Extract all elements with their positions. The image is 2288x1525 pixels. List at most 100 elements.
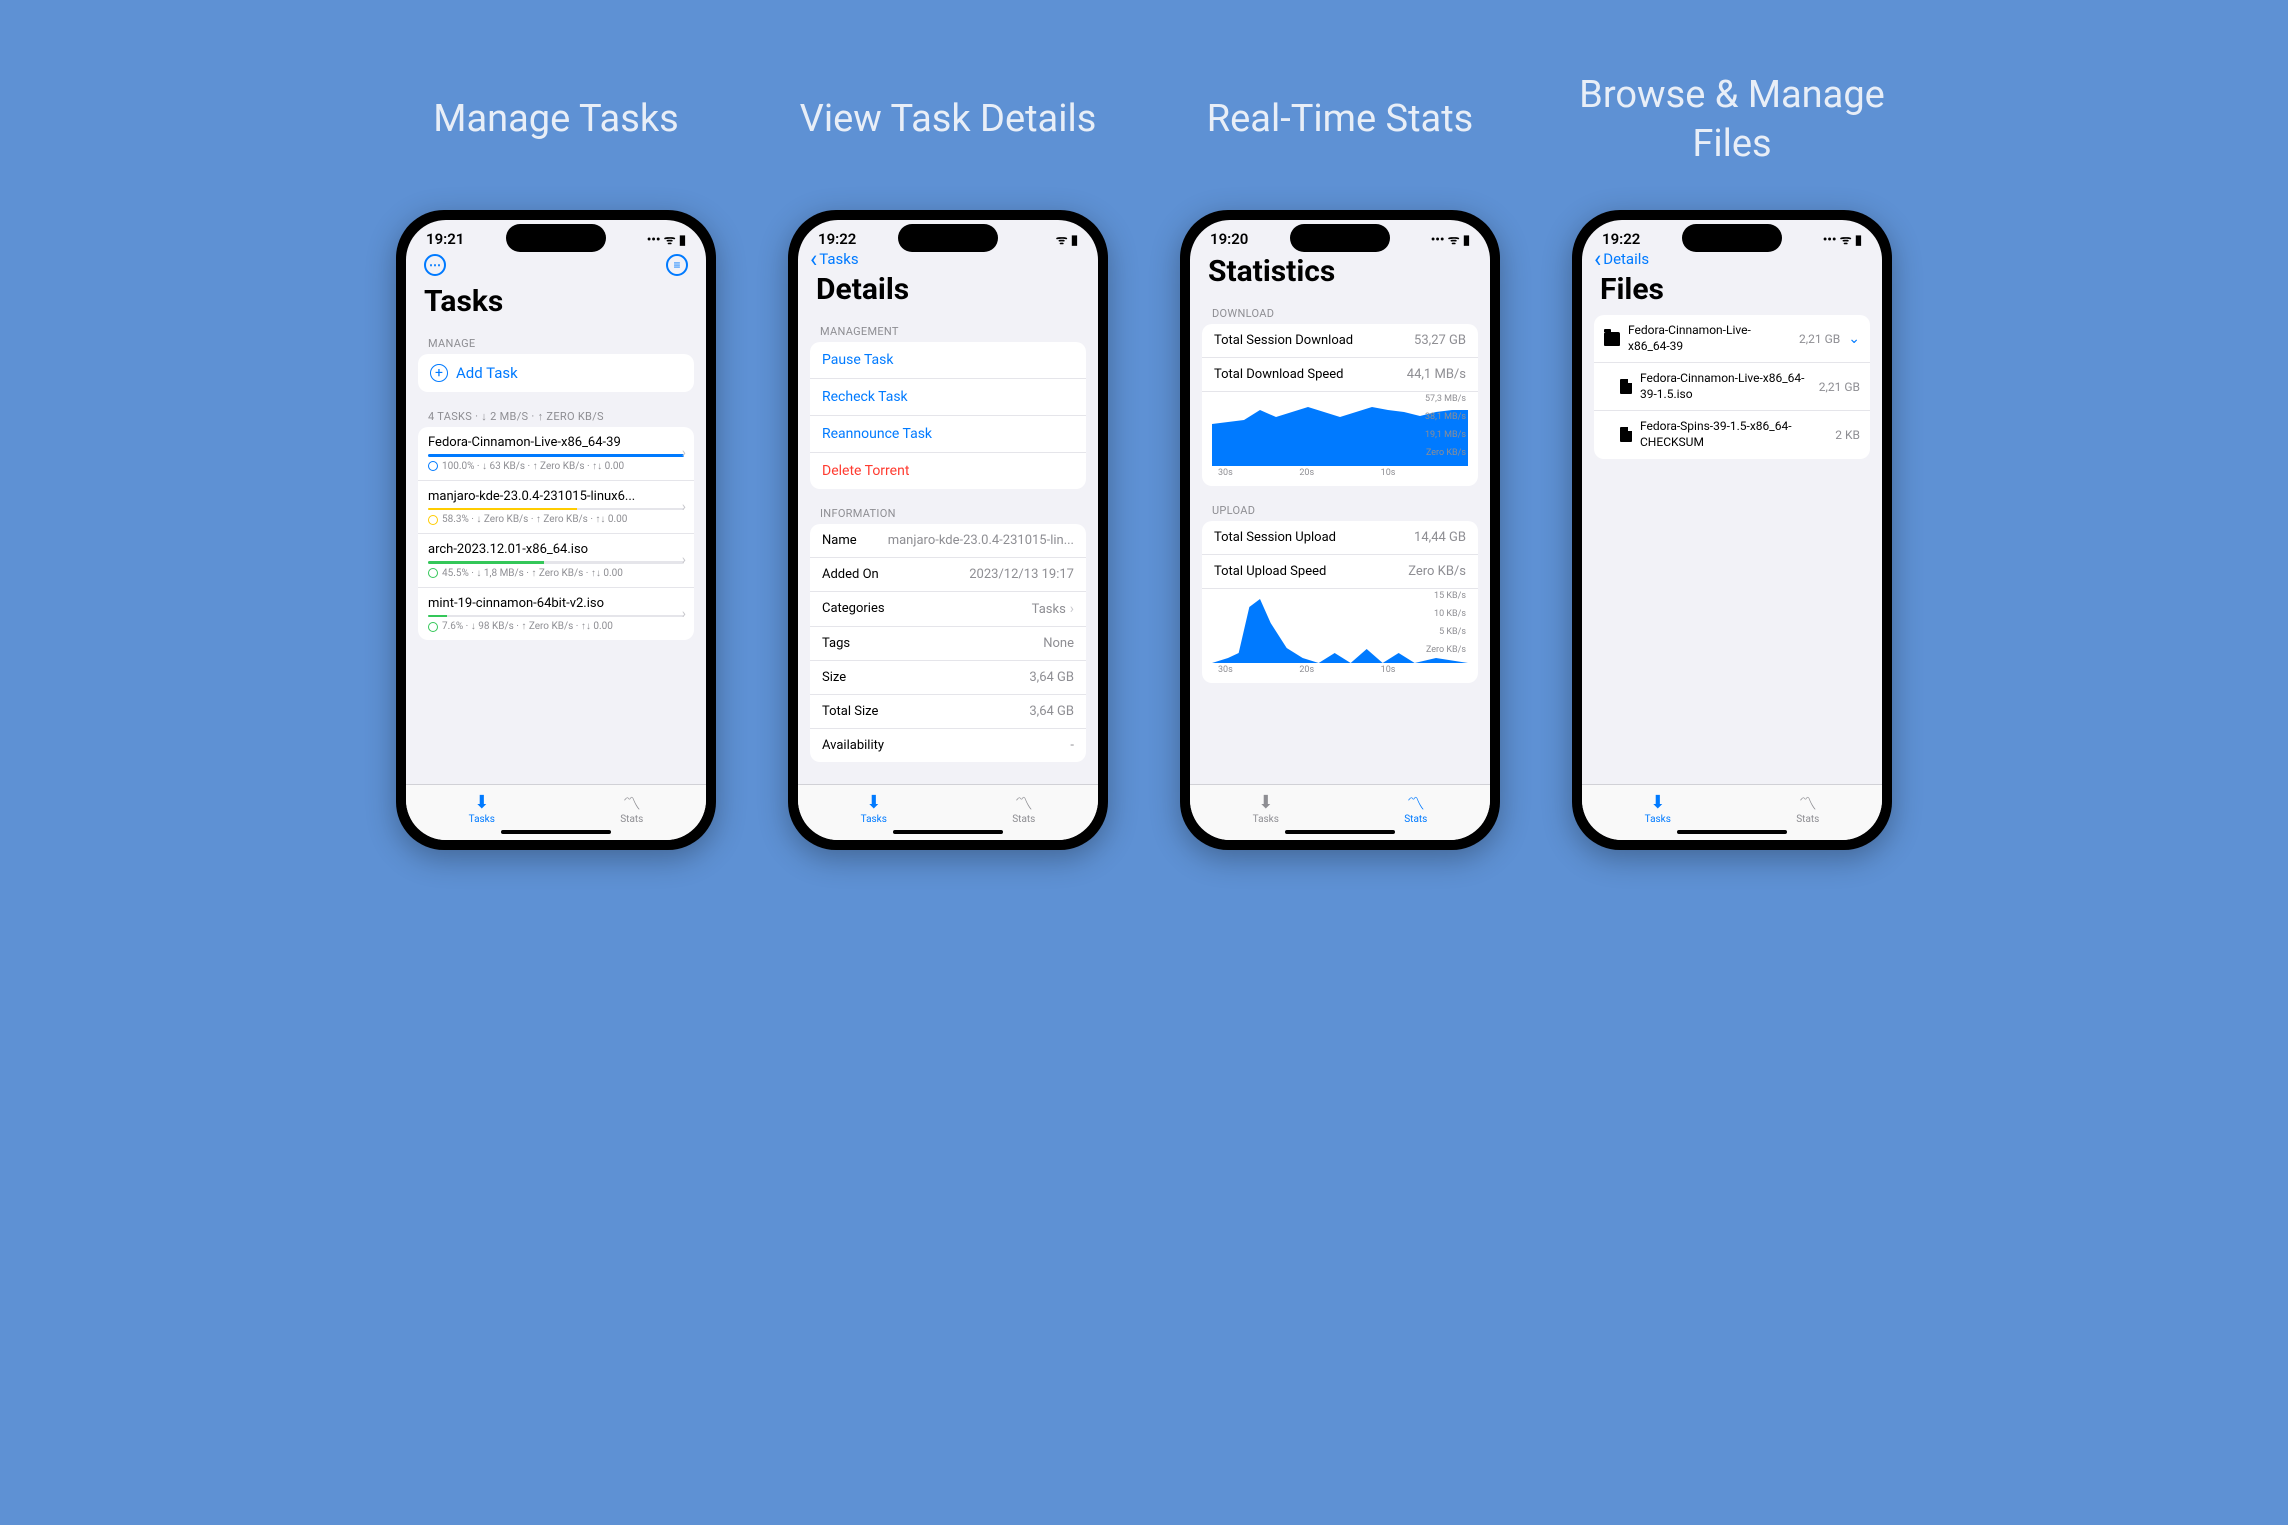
caption-2: View Task Details — [800, 60, 1097, 180]
task-row[interactable]: arch-2023.12.01-x86_64.iso 45.5% · ↓ 1,8… — [418, 534, 694, 588]
filter-icon[interactable]: ≡ — [666, 254, 688, 276]
home-indicator[interactable] — [1677, 830, 1787, 834]
tab-stats[interactable]: 〽Stats — [1796, 793, 1819, 825]
tasks-summary: 4 TASKS · ↓ 2 MB/S · ↑ ZERO KB/S — [418, 400, 694, 427]
download-section-label: DOWNLOAD — [1202, 297, 1478, 324]
stat-total-session-upload: Total Session Upload14,44 GB — [1202, 521, 1478, 555]
download-tray-icon: ⬇ — [471, 793, 493, 813]
chevron-right-icon: › — [682, 606, 686, 622]
showcase-col-2: View Task Details 19:22 ᯤ ▮ Tasks Detail… — [772, 60, 1124, 850]
status-icons: ••• ᯤ ▮ — [1823, 230, 1862, 248]
status-icons: ••• ᯤ ▮ — [1431, 230, 1470, 248]
phone-notch — [506, 224, 606, 252]
reannounce-task-button[interactable]: Reannounce Task — [810, 416, 1086, 453]
status-icons: ᯤ ▮ — [1056, 230, 1078, 248]
add-task-button[interactable]: +Add Task — [418, 354, 694, 392]
status-time: 19:20 — [1210, 230, 1248, 248]
plus-icon: + — [430, 364, 448, 382]
stat-total-download-speed: Total Download Speed44,1 MB/s — [1202, 358, 1478, 392]
download-stats-card: Total Session Download53,27 GB Total Dow… — [1202, 324, 1478, 486]
add-task-card: +Add Task — [418, 354, 694, 392]
page-title: Statistics — [1202, 250, 1478, 297]
chevron-right-icon: › — [1070, 601, 1074, 617]
file-row[interactable]: Fedora-Spins-39-1.5-x86_64-CHECKSUM 2 KB — [1594, 411, 1870, 458]
caption-4: Browse & Manage Files — [1556, 60, 1908, 180]
more-icon[interactable]: ⋯ — [424, 254, 446, 276]
upload-section-label: UPLOAD — [1202, 494, 1478, 521]
folder-icon — [1604, 332, 1620, 346]
showcase-col-4: Browse & Manage Files 19:22 ••• ᯤ ▮ Deta… — [1556, 60, 1908, 850]
download-chart: 57,3 MB/s 38,1 MB/s 19,1 MB/s Zero KB/s … — [1202, 392, 1478, 486]
home-indicator[interactable] — [501, 830, 611, 834]
download-tray-icon: ⬇ — [1255, 793, 1277, 813]
file-list: Fedora-Cinnamon-Live-x86_64-39 2,21 GB ⌄… — [1594, 315, 1870, 459]
chevron-down-icon[interactable]: ⌄ — [1848, 331, 1860, 347]
chart-icon: 〽 — [1405, 793, 1427, 813]
info-row-availability: Availability- — [810, 729, 1086, 762]
download-tray-icon: ⬇ — [1647, 793, 1669, 813]
stat-total-session-download: Total Session Download53,27 GB — [1202, 324, 1478, 358]
info-row-categories[interactable]: CategoriesTasks› — [810, 592, 1086, 627]
file-icon — [1620, 427, 1632, 442]
pause-task-button[interactable]: Pause Task — [810, 342, 1086, 379]
phone-frame-2: 19:22 ᯤ ▮ Tasks Details MANAGEMENT Pause… — [788, 210, 1108, 850]
phone-frame-4: 19:22 ••• ᯤ ▮ Details Files Fedora-Cinna… — [1572, 210, 1892, 850]
info-row-tags: TagsNone — [810, 627, 1086, 661]
tab-tasks[interactable]: ⬇Tasks — [1645, 793, 1671, 825]
chevron-right-icon: › — [682, 552, 686, 568]
tab-stats[interactable]: 〽Stats — [1012, 793, 1035, 825]
task-list: Fedora-Cinnamon-Live-x86_64-39 100.0% · … — [418, 427, 694, 640]
screen-stats: 19:20 ••• ᯤ ▮ Statistics DOWNLOAD Total … — [1190, 220, 1490, 840]
showcase-col-1: Manage Tasks 19:21 ••• ᯤ ▮ ⋯ ≡ Tasks MAN… — [380, 60, 732, 850]
file-row[interactable]: Fedora-Cinnamon-Live-x86_64-39-1.5.iso 2… — [1594, 363, 1870, 411]
screen-details: 19:22 ᯤ ▮ Tasks Details MANAGEMENT Pause… — [798, 220, 1098, 840]
screen-tasks: 19:21 ••• ᯤ ▮ ⋯ ≡ Tasks MANAGE +Add Task… — [406, 220, 706, 840]
info-row-size: Size3,64 GB — [810, 661, 1086, 695]
tab-tasks[interactable]: ⬇Tasks — [469, 793, 495, 825]
chart-icon: 〽 — [1013, 793, 1035, 813]
chevron-right-icon: › — [682, 499, 686, 515]
showcase-col-3: Real-Time Stats 19:20 ••• ᯤ ▮ Statistics… — [1164, 60, 1516, 850]
download-tray-icon: ⬇ — [863, 793, 885, 813]
delete-torrent-button[interactable]: Delete Torrent — [810, 453, 1086, 489]
home-indicator[interactable] — [893, 830, 1003, 834]
info-row-name: Namemanjaro-kde-23.0.4-231015-lin... — [810, 524, 1086, 558]
information-section-label: INFORMATION — [810, 497, 1086, 524]
chevron-right-icon: › — [682, 445, 686, 461]
phone-frame-3: 19:20 ••• ᯤ ▮ Statistics DOWNLOAD Total … — [1180, 210, 1500, 850]
caption-1: Manage Tasks — [433, 60, 678, 180]
stats-content: Statistics DOWNLOAD Total Session Downlo… — [1190, 250, 1490, 784]
back-button[interactable]: Details — [1594, 250, 1870, 268]
stat-total-upload-speed: Total Upload SpeedZero KB/s — [1202, 555, 1478, 589]
back-button[interactable]: Tasks — [810, 250, 1086, 268]
files-content: Details Files Fedora-Cinnamon-Live-x86_6… — [1582, 250, 1882, 784]
top-toolbar: ⋯ ≡ — [418, 250, 694, 280]
tab-stats[interactable]: 〽Stats — [1404, 793, 1427, 825]
task-row[interactable]: Fedora-Cinnamon-Live-x86_64-39 100.0% · … — [418, 427, 694, 481]
phone-notch — [1682, 224, 1782, 252]
file-icon — [1620, 379, 1632, 394]
task-row[interactable]: mint-19-cinnamon-64bit-v2.iso 7.6% · ↓ 9… — [418, 588, 694, 641]
showcase-stage: Manage Tasks 19:21 ••• ᯤ ▮ ⋯ ≡ Tasks MAN… — [0, 0, 2288, 910]
chart-icon: 〽 — [621, 793, 643, 813]
tab-tasks[interactable]: ⬇Tasks — [861, 793, 887, 825]
status-time: 19:22 — [1602, 230, 1640, 248]
chart-icon: 〽 — [1797, 793, 1819, 813]
status-time: 19:21 — [426, 230, 464, 248]
management-section-label: MANAGEMENT — [810, 315, 1086, 342]
page-title: Details — [810, 268, 1086, 315]
page-title: Files — [1594, 268, 1870, 315]
phone-notch — [1290, 224, 1390, 252]
recheck-task-button[interactable]: Recheck Task — [810, 379, 1086, 416]
status-time: 19:22 — [818, 230, 856, 248]
management-actions: Pause Task Recheck Task Reannounce Task … — [810, 342, 1086, 489]
tasks-content: ⋯ ≡ Tasks MANAGE +Add Task 4 TASKS · ↓ 2… — [406, 250, 706, 784]
info-row-total-size: Total Size3,64 GB — [810, 695, 1086, 729]
task-row[interactable]: manjaro-kde-23.0.4-231015-linux6... 58.3… — [418, 481, 694, 535]
folder-row[interactable]: Fedora-Cinnamon-Live-x86_64-39 2,21 GB ⌄ — [1594, 315, 1870, 363]
screen-files: 19:22 ••• ᯤ ▮ Details Files Fedora-Cinna… — [1582, 220, 1882, 840]
details-content: Tasks Details MANAGEMENT Pause Task Rech… — [798, 250, 1098, 784]
tab-tasks[interactable]: ⬇Tasks — [1253, 793, 1279, 825]
tab-stats[interactable]: 〽Stats — [620, 793, 643, 825]
home-indicator[interactable] — [1285, 830, 1395, 834]
